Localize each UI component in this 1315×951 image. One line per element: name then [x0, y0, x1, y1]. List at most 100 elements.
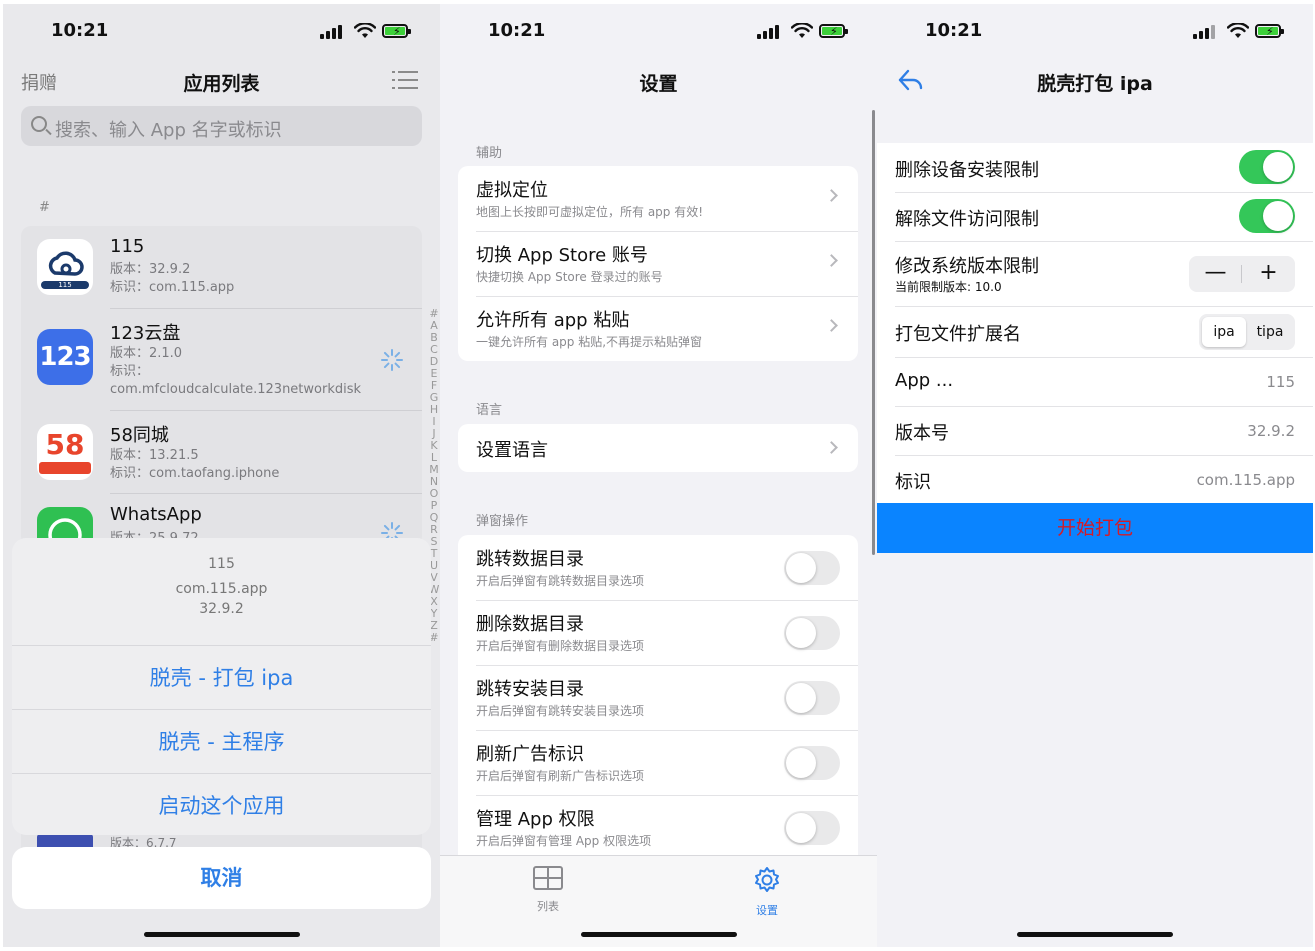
row-label: 解除文件访问限制	[895, 209, 1039, 230]
jump-install-dir-cell: 跳转安装目录 开启后弹窗有跳转安装目录选项	[458, 665, 858, 730]
cell-subtitle: 地图上长按即可虚拟定位，所有 app 有效!	[476, 205, 704, 219]
decrypt-pack-ipa-button[interactable]: 脱壳 - 打包 ipa	[12, 645, 431, 709]
cellular-signal-icon	[320, 25, 342, 39]
settings-group-assist: 虚拟定位 地图上长按即可虚拟定位，所有 app 有效! 切换 App Store…	[458, 166, 858, 361]
wifi-icon	[791, 23, 813, 38]
settings-group-popup: 跳转数据目录 开启后弹窗有跳转数据目录选项 删除数据目录 开启后弹窗有删除数据目…	[458, 535, 858, 865]
group-label-assist: 辅助	[476, 146, 503, 161]
battery-charging-icon: ⚡	[819, 24, 848, 38]
group-label-language: 语言	[476, 403, 503, 418]
row-label: 打包文件扩展名	[895, 324, 1021, 345]
chevron-right-icon	[825, 441, 838, 454]
list-item[interactable]: 58 58同城 版本：13.21.5 标识：com.taofang.iphone	[21, 411, 422, 493]
unlock-file-access-toggle[interactable]	[1239, 199, 1295, 233]
status-time: 10:21	[51, 20, 109, 41]
row-value: 115	[1266, 373, 1295, 391]
status-icons: ⚡	[1193, 23, 1284, 41]
row-label: 标识	[895, 472, 931, 493]
app-version: 版本：32.9.2	[110, 262, 191, 277]
cell-title: 删除数据目录	[476, 614, 584, 635]
pack-options-form: 删除设备安装限制 解除文件访问限制 修改系统版本限制 当前限制版本: 10.0 …	[877, 143, 1313, 503]
table-grid-icon	[533, 866, 563, 890]
set-language-cell[interactable]: 设置语言	[458, 424, 858, 472]
cell-subtitle: 一键允许所有 app 粘贴,不再提示粘贴弹窗	[476, 335, 703, 349]
cloud-icon: 115	[37, 239, 93, 295]
jump-install-dir-toggle[interactable]	[784, 681, 840, 715]
cellular-signal-icon	[757, 25, 779, 39]
os-version-stepper: — +	[1189, 256, 1295, 292]
group-label-popup: 弹窗操作	[476, 514, 529, 529]
list-item[interactable]: 115 115 版本：32.9.2 标识：com.115.app	[21, 226, 422, 308]
start-pack-button[interactable]: 开始打包	[877, 503, 1313, 553]
cell-subtitle: 开启后弹窗有管理 App 权限选项	[476, 834, 652, 848]
status-bar: 10:21 ⚡	[3, 4, 440, 54]
action-sheet-header: 115 com.115.app 32.9.2	[12, 538, 431, 644]
remove-install-limit-toggle[interactable]	[1239, 150, 1295, 184]
tab-list[interactable]: 列表	[508, 866, 588, 914]
page-title: 设置	[639, 73, 678, 95]
app-name: 123云盘	[110, 323, 181, 344]
app-version: 版本：2.1.0	[110, 346, 183, 361]
jump-data-dir-cell: 跳转数据目录 开启后弹窗有跳转数据目录选项	[458, 535, 858, 600]
extension-row: 打包文件扩展名 ipa tipa	[877, 307, 1313, 357]
delete-data-dir-toggle[interactable]	[784, 616, 840, 650]
stepper-plus-button[interactable]: +	[1242, 256, 1295, 292]
cell-title: 跳转安装目录	[476, 679, 584, 700]
remove-install-limit-row: 删除设备安装限制	[877, 143, 1313, 192]
cancel-button[interactable]: 取消	[12, 847, 431, 909]
page-title: 应用列表	[183, 73, 260, 95]
switch-appstore-account-cell[interactable]: 切换 App Store 账号 快捷切换 App Store 登录过的账号	[458, 231, 858, 296]
page-title: 脱壳打包 ipa	[1037, 73, 1153, 95]
app-name: 58同城	[110, 425, 169, 446]
launch-app-button[interactable]: 启动这个应用	[12, 773, 431, 835]
os-version-limit-row: 修改系统版本限制 当前限制版本: 10.0 — +	[877, 242, 1313, 306]
decrypt-pack-screen: 10:21 ⚡ 脱壳打包 ipa 删除设备安装限制 解除文件访问限制 修改系统版…	[877, 4, 1313, 947]
list-menu-icon[interactable]	[392, 70, 418, 90]
chevron-right-icon	[825, 189, 838, 202]
tab-settings[interactable]: 设置	[727, 866, 807, 918]
row-label: 删除设备安装限制	[895, 160, 1039, 181]
search-input[interactable]: 搜索、输入 App 名字或标识	[21, 106, 422, 146]
sheet-bundle: com.115.app	[175, 581, 268, 597]
app-version: 版本：13.21.5	[110, 448, 199, 463]
delete-data-dir-cell: 删除数据目录 开启后弹窗有删除数据目录选项	[458, 600, 858, 665]
segment-ipa[interactable]: ipa	[1202, 317, 1246, 347]
decrypt-main-binary-button[interactable]: 脱壳 - 主程序	[12, 709, 431, 773]
refresh-ad-id-toggle[interactable]	[784, 746, 840, 780]
chevron-right-icon	[825, 254, 838, 267]
list-item[interactable]: 123 123云盘 版本：2.1.0 标识： com.mfcloudcalcul…	[21, 309, 422, 409]
cell-subtitle: 开启后弹窗有删除数据目录选项	[476, 639, 645, 653]
segment-tipa[interactable]: tipa	[1248, 317, 1292, 347]
row-value: 32.9.2	[1247, 422, 1295, 440]
status-time: 10:21	[488, 20, 546, 41]
version-row: 版本号 32.9.2	[877, 407, 1313, 455]
home-indicator[interactable]	[580, 932, 737, 937]
cell-subtitle: 快捷切换 App Store 登录过的账号	[476, 270, 663, 284]
app-bundle: com.mfcloudcalculate.123networkdisk	[110, 382, 362, 397]
row-label: App ...	[895, 370, 954, 391]
status-time: 10:21	[925, 20, 983, 41]
tab-label: 设置	[756, 904, 778, 917]
allow-paste-cell[interactable]: 允许所有 app 粘贴 一键允许所有 app 粘贴,不再提示粘贴弹窗	[458, 296, 858, 361]
virtual-location-cell[interactable]: 虚拟定位 地图上长按即可虚拟定位，所有 app 有效!	[458, 166, 858, 231]
cell-subtitle: 开启后弹窗有刷新广告标识选项	[476, 769, 645, 783]
divider	[877, 503, 880, 553]
row-label: 版本号	[895, 423, 949, 444]
cell-title: 虚拟定位	[476, 180, 548, 201]
123-icon: 123	[37, 329, 93, 385]
home-indicator[interactable]	[1017, 932, 1173, 937]
manage-app-permission-toggle[interactable]	[784, 811, 840, 845]
home-indicator[interactable]	[143, 932, 300, 937]
cell-title: 刷新广告标识	[476, 744, 584, 765]
jump-data-dir-toggle[interactable]	[784, 551, 840, 585]
battery-charging-icon: ⚡	[382, 24, 411, 38]
loading-spinner-icon	[381, 349, 403, 371]
scrollbar[interactable]	[872, 110, 875, 555]
row-value: com.115.app	[1196, 471, 1295, 489]
stepper-minus-button[interactable]: —	[1189, 256, 1242, 292]
settings-screen: 10:21 ⚡ 设置 辅助 虚拟定位 地图上长按即可虚拟定位，所有 app 有效…	[440, 4, 877, 947]
gear-icon	[755, 867, 779, 892]
cellular-signal-icon	[1193, 25, 1215, 39]
app-list-screen: 10:21 ⚡ 捐赠 应用列表 搜索、输入 App 名字或标识 # 115 11…	[3, 4, 440, 947]
cell-title: 允许所有 app 粘贴	[476, 310, 630, 331]
